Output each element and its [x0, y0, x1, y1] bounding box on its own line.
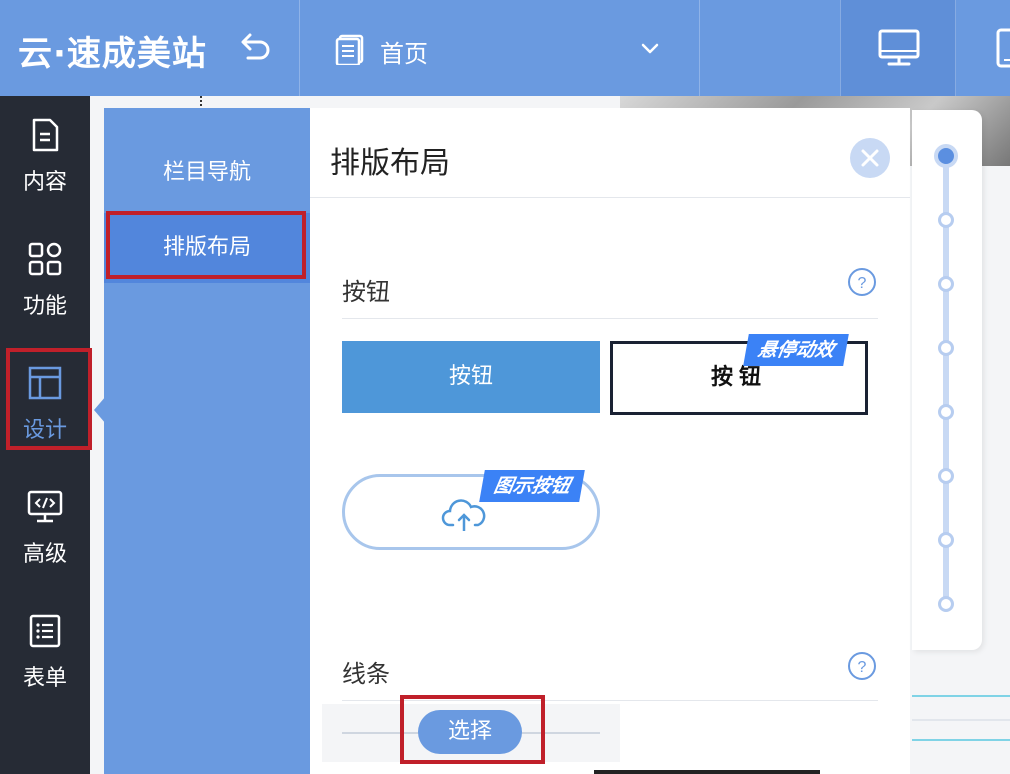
- grid-icon: [28, 242, 62, 276]
- code-monitor-icon: [27, 490, 63, 523]
- layout-highlight-frame: [106, 211, 306, 279]
- section-timeline: [912, 110, 982, 650]
- icon-button-tag: 图示按钮: [479, 470, 585, 502]
- page-icon: [335, 34, 364, 65]
- help-icon[interactable]: ?: [847, 651, 877, 681]
- svg-text:?: ?: [858, 659, 867, 676]
- document-icon: [32, 118, 59, 152]
- timeline-dot[interactable]: [938, 404, 954, 420]
- rail-item-label: 高级: [22, 542, 67, 567]
- brand-title: 云·速成美站: [18, 34, 207, 74]
- design-highlight-frame: [6, 348, 92, 450]
- select-highlight-frame: [400, 695, 545, 764]
- timeline-dot[interactable]: [934, 144, 958, 168]
- desktop-icon: [878, 29, 920, 66]
- layout-panel: 排版布局 按钮 ? 按钮 按钮 悬停动效 图示按钮 线条 ? 选择: [310, 108, 910, 774]
- timeline-dot[interactable]: [938, 212, 954, 228]
- mobile-icon[interactable]: [996, 28, 1010, 68]
- rail-item-content[interactable]: 内容: [0, 96, 90, 216]
- undo-icon[interactable]: [238, 30, 274, 66]
- hover-effect-tag: 悬停动效: [743, 334, 849, 366]
- panel-header: 排版布局: [310, 108, 910, 198]
- page-selector[interactable]: 首页: [300, 0, 700, 96]
- top-bar: 云·速成美站 首页: [0, 0, 1010, 96]
- rail-item-form[interactable]: 表单: [0, 592, 90, 712]
- rail-item-function[interactable]: 功能: [0, 220, 90, 340]
- device-switcher: [840, 0, 1010, 96]
- sub-navigation: 栏目导航 排版布局: [104, 108, 310, 774]
- timeline-dot[interactable]: [938, 596, 954, 612]
- section-divider: [342, 318, 878, 319]
- canvas-edge: [594, 770, 820, 774]
- line-section-title: 线条: [342, 660, 390, 688]
- timeline-dot[interactable]: [938, 532, 954, 548]
- rail-item-label: 功能: [22, 294, 67, 319]
- current-page-name: 首页: [380, 40, 428, 68]
- panel-title: 排版布局: [330, 146, 450, 181]
- timeline-dot[interactable]: [938, 276, 954, 292]
- timeline-dot[interactable]: [938, 340, 954, 356]
- list-icon: [29, 614, 61, 648]
- help-icon[interactable]: ?: [847, 267, 877, 297]
- rail-item-label: 内容: [22, 170, 67, 195]
- close-button[interactable]: [850, 138, 890, 178]
- rail-item-label: 表单: [22, 666, 67, 691]
- rail-item-advanced[interactable]: 高级: [0, 468, 90, 588]
- timeline-dot[interactable]: [938, 468, 954, 484]
- canvas-lines: [912, 695, 1010, 741]
- solid-button-style[interactable]: 按钮: [342, 341, 600, 413]
- chevron-down-icon[interactable]: [638, 36, 662, 60]
- svg-text:?: ?: [858, 275, 867, 292]
- desktop-view-button[interactable]: [840, 0, 956, 96]
- brand-area: 云·速成美站: [0, 0, 300, 96]
- close-icon: [861, 149, 879, 167]
- button-section-title: 按钮: [342, 278, 390, 306]
- subnav-item-column-nav[interactable]: 栏目导航: [104, 138, 310, 208]
